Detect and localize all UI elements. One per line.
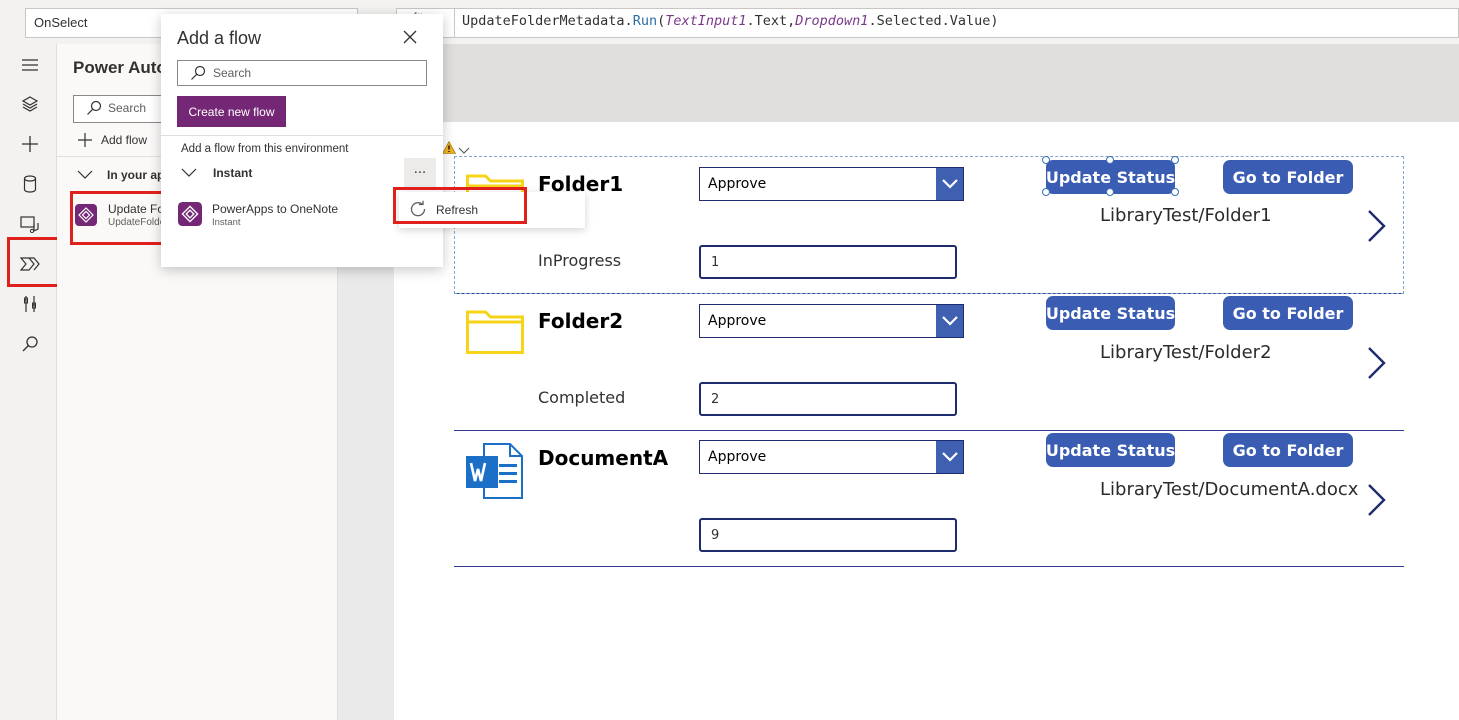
item-path: LibraryTest/Folder2	[1100, 342, 1272, 363]
chevron-down-icon[interactable]	[936, 168, 963, 200]
row-divider	[454, 566, 1404, 567]
tools-icon[interactable]	[16, 290, 44, 318]
chevron-down-icon	[77, 170, 93, 179]
search-icon[interactable]	[16, 330, 44, 358]
status-dropdown[interactable]: Approve	[699, 304, 964, 338]
folder-icon	[466, 308, 524, 358]
rail-selection-highlight	[7, 237, 61, 287]
resize-handle[interactable]	[1171, 156, 1179, 164]
plus-icon	[78, 133, 92, 147]
item-title: Folder2	[538, 309, 624, 333]
close-icon[interactable]	[401, 28, 419, 46]
hamburger-icon[interactable]	[16, 51, 44, 79]
text-input[interactable]: 2	[699, 382, 957, 416]
go-to-folder-button[interactable]: Go to Folder	[1223, 296, 1353, 330]
word-icon	[466, 442, 524, 504]
environment-label: Add a flow from this environment	[181, 143, 349, 155]
item-path: LibraryTest/Folder1	[1100, 205, 1272, 226]
panel-title: Power Auto	[73, 58, 167, 77]
resize-handle[interactable]	[1106, 156, 1114, 164]
formula-text[interactable]: UpdateFolderMetadata.Run(TextInput1.Text…	[462, 13, 998, 29]
group-label: Instant	[213, 166, 253, 180]
status-dropdown[interactable]: Approve	[699, 440, 964, 474]
item-status: Completed	[538, 388, 626, 407]
resize-handle[interactable]	[1106, 188, 1114, 196]
go-to-folder-button[interactable]: Go to Folder	[1223, 433, 1353, 467]
item-status: InProgress	[538, 251, 622, 270]
update-status-button[interactable]: Update Status	[1046, 433, 1175, 467]
text-input[interactable]: 9	[699, 518, 957, 552]
dialog-flow-type: Instant	[212, 217, 241, 228]
more-options-button[interactable]: ···	[404, 158, 436, 188]
dialog-divider	[161, 135, 443, 136]
resize-handle[interactable]	[1171, 188, 1179, 196]
dropdown-value: Approve	[708, 313, 767, 329]
resize-handle[interactable]	[1042, 188, 1050, 196]
row-divider	[454, 430, 1404, 431]
refresh-highlight	[393, 187, 527, 224]
layers-icon[interactable]	[16, 90, 44, 118]
status-dropdown[interactable]: Approve	[699, 167, 964, 201]
add-flow-dialog	[161, 14, 443, 267]
item-path: LibraryTest/DocumentA.docx	[1100, 479, 1359, 500]
media-icon[interactable]	[16, 210, 44, 238]
text-input[interactable]: 1	[699, 245, 957, 279]
in-your-app-group[interactable]: In your ap	[77, 168, 164, 182]
go-to-folder-button[interactable]: Go to Folder	[1223, 160, 1353, 194]
create-new-flow-button[interactable]: Create new flow	[177, 96, 286, 127]
chevron-right-icon[interactable]	[1366, 482, 1388, 522]
dialog-search-input[interactable]: Search	[177, 60, 427, 86]
chevron-down-icon	[181, 168, 197, 177]
add-flow-label: Add flow	[101, 133, 148, 147]
formula-divider	[454, 8, 455, 38]
add-flow-button[interactable]: Add flow	[77, 132, 147, 148]
chevron-down-icon[interactable]	[936, 305, 963, 337]
chevron-right-icon[interactable]	[1366, 345, 1388, 385]
dialog-title: Add a flow	[177, 28, 262, 48]
database-icon[interactable]	[16, 170, 44, 198]
chevron-down-icon[interactable]	[936, 441, 963, 473]
update-status-button[interactable]: Update Status	[1046, 296, 1175, 330]
group-label: In your ap	[107, 168, 165, 182]
item-title: DocumentA	[538, 446, 669, 470]
instant-group[interactable]: Instant	[181, 166, 252, 180]
search-icon	[86, 100, 102, 120]
dropdown-value: Approve	[708, 449, 767, 465]
dialog-flow-name[interactable]: PowerApps to OneNote	[212, 202, 338, 216]
chevron-right-icon[interactable]	[1366, 208, 1388, 248]
search-icon	[190, 65, 206, 85]
plus-icon[interactable]	[16, 130, 44, 158]
resize-handle[interactable]	[1042, 156, 1050, 164]
dropdown-value: Approve	[708, 176, 767, 192]
flow-logo-icon	[178, 202, 202, 230]
